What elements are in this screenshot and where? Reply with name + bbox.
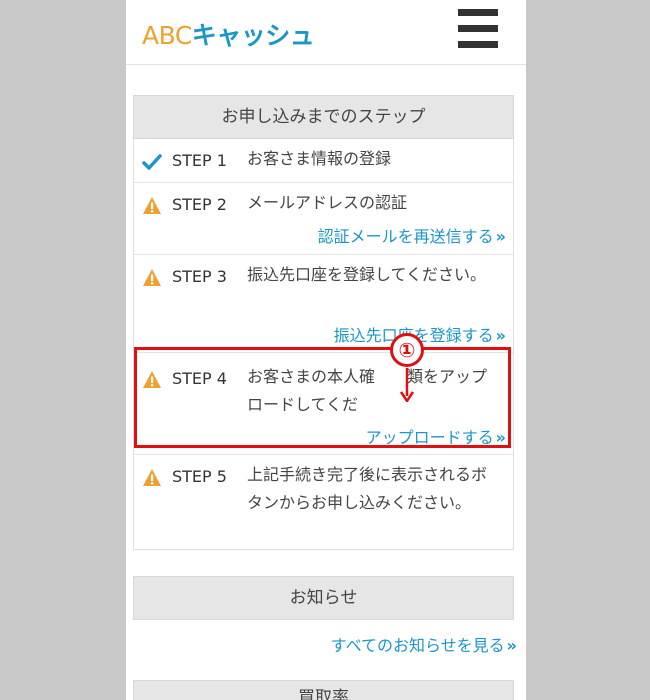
- rate-section: 買取率: [133, 680, 514, 700]
- annotation-number: ①: [390, 333, 424, 367]
- step-number: STEP 2: [172, 195, 227, 214]
- resend-email-link[interactable]: 認証メールを再送信する»: [317, 223, 507, 247]
- logo[interactable]: ABCキャッシュ: [142, 16, 315, 52]
- warning-icon: [143, 371, 161, 388]
- check-icon: [142, 154, 162, 170]
- step-5: STEP 5 上記手続き完了後に表示されるボタンからお申し込みください。: [134, 454, 513, 549]
- double-chevron-right-icon: »: [495, 428, 506, 447]
- hamburger-icon[interactable]: [458, 9, 498, 49]
- double-chevron-right-icon: »: [495, 227, 506, 246]
- all-news-link[interactable]: すべてのお知らせを見る»: [330, 632, 517, 656]
- logo-abc: ABC: [142, 21, 192, 50]
- step-number: STEP 4: [172, 369, 227, 388]
- step-number: STEP 3: [172, 267, 227, 286]
- steps-title: お申し込みまでのステップ: [133, 95, 514, 139]
- steps-list: STEP 1 お客さま情報の登録 STEP 2 メールアドレスの認証 認証メール…: [133, 139, 514, 550]
- step-text: お客さまの本人確 類をアップロードしてくだ: [247, 367, 488, 414]
- warning-icon: [143, 469, 161, 486]
- rate-title: 買取率: [133, 680, 514, 700]
- double-chevron-right-icon: »: [506, 636, 517, 655]
- link-label: すべてのお知らせを見る: [330, 636, 505, 655]
- step-text: メールアドレスの認証: [247, 193, 408, 212]
- logo-cash: キャッシュ: [191, 21, 315, 50]
- warning-icon: [143, 269, 161, 286]
- header: ABCキャッシュ: [126, 0, 526, 65]
- warning-icon: [143, 197, 161, 214]
- news-section: お知らせ: [133, 576, 514, 620]
- step-number: STEP 1: [172, 151, 227, 170]
- mobile-page: ABCキャッシュ お申し込みまでのステップ STEP 1 お客さま情報の登録 S…: [126, 0, 526, 700]
- step-text: お客さま情報の登録: [247, 149, 392, 168]
- step-text: 振込先口座を登録してください。: [247, 265, 487, 284]
- link-label: アップロードする: [365, 428, 494, 447]
- upload-documents-link[interactable]: アップロードする»: [365, 424, 507, 448]
- step-4: STEP 4 お客さまの本人確 類をアップロードしてくだ アップロードする»: [134, 352, 513, 454]
- double-chevron-right-icon: »: [495, 326, 506, 345]
- step-number: STEP 5: [172, 467, 227, 486]
- step-3: STEP 3 振込先口座を登録してください。 振込先口座を登録する»: [134, 254, 513, 352]
- news-title: お知らせ: [133, 576, 514, 620]
- step-2: STEP 2 メールアドレスの認証 認証メールを再送信する»: [134, 182, 513, 254]
- step-1: STEP 1 お客さま情報の登録: [134, 139, 513, 182]
- link-label: 認証メールを再送信する: [317, 227, 494, 246]
- steps-section: お申し込みまでのステップ STEP 1 お客さま情報の登録 STEP 2 メール…: [133, 95, 514, 550]
- step-text: 上記手続き完了後に表示されるボタンからお申し込みください。: [247, 465, 488, 512]
- arrow-down-icon: [400, 368, 414, 402]
